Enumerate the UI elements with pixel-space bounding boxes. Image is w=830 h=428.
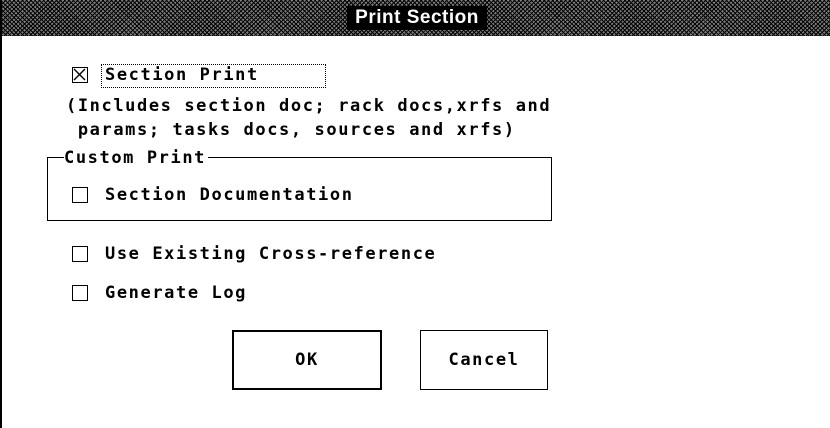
section-documentation-label[interactable]: Section Documentation xyxy=(105,185,354,205)
ok-button[interactable]: OK xyxy=(232,330,382,390)
generate-log-checkbox[interactable] xyxy=(72,285,88,301)
print-section-dialog: Print Section Section Print (Includes se… xyxy=(0,0,830,428)
section-print-description-line1: (Includes section doc; rack docs,xrfs an… xyxy=(66,96,552,116)
section-documentation-checkbox[interactable] xyxy=(72,187,88,203)
custom-print-legend: Custom Print xyxy=(64,148,209,168)
use-existing-xref-label[interactable]: Use Existing Cross-reference xyxy=(105,244,436,264)
section-print-label[interactable]: Section Print xyxy=(105,65,259,85)
section-print-description-line2: params; tasks docs, sources and xrfs) xyxy=(66,120,516,140)
ok-button-label: OK xyxy=(295,350,319,370)
generate-log-label[interactable]: Generate Log xyxy=(105,283,247,303)
dialog-title: Print Section xyxy=(347,6,487,30)
cancel-button[interactable]: Cancel xyxy=(420,330,548,390)
section-print-checkbox[interactable] xyxy=(72,67,88,83)
cancel-button-label: Cancel xyxy=(448,350,520,370)
checkmark-x-icon xyxy=(73,68,86,81)
title-bar[interactable]: Print Section xyxy=(2,0,830,36)
use-existing-xref-checkbox[interactable] xyxy=(72,246,88,262)
